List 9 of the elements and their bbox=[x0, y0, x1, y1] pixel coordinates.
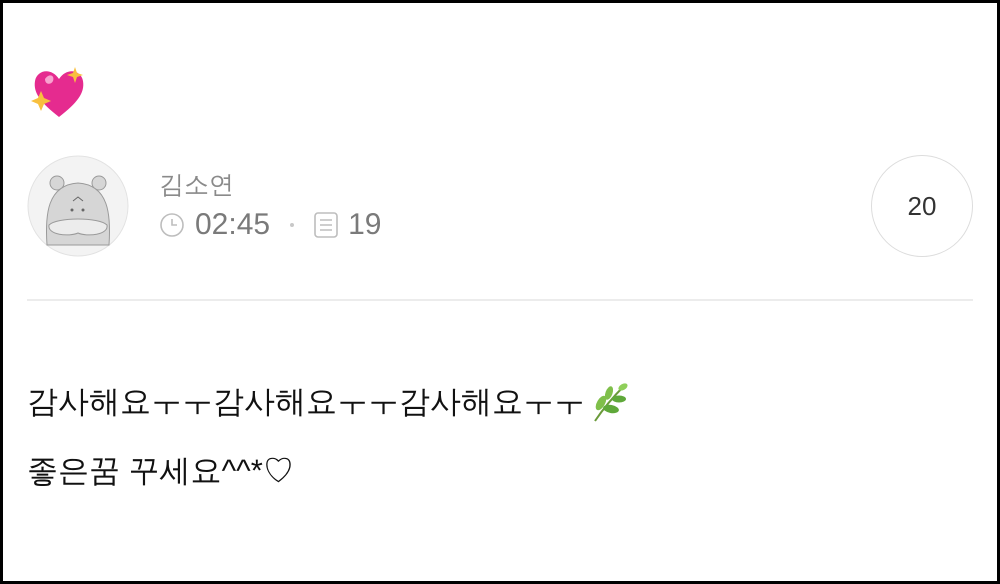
comment-text: 좋은꿈 꾸세요^^*♡ bbox=[27, 453, 294, 489]
comment-text: 감사해요ㅜㅜ감사해요ㅜㅜ감사해요ㅜㅜ bbox=[27, 384, 585, 420]
avatar[interactable] bbox=[27, 155, 129, 257]
clock-icon bbox=[159, 212, 185, 238]
post-time: 02:45 bbox=[195, 210, 270, 240]
dot-separator-icon bbox=[290, 222, 294, 226]
post-count: 19 bbox=[348, 210, 382, 240]
document-icon bbox=[314, 212, 338, 238]
reply-count[interactable]: 20 bbox=[871, 155, 973, 257]
